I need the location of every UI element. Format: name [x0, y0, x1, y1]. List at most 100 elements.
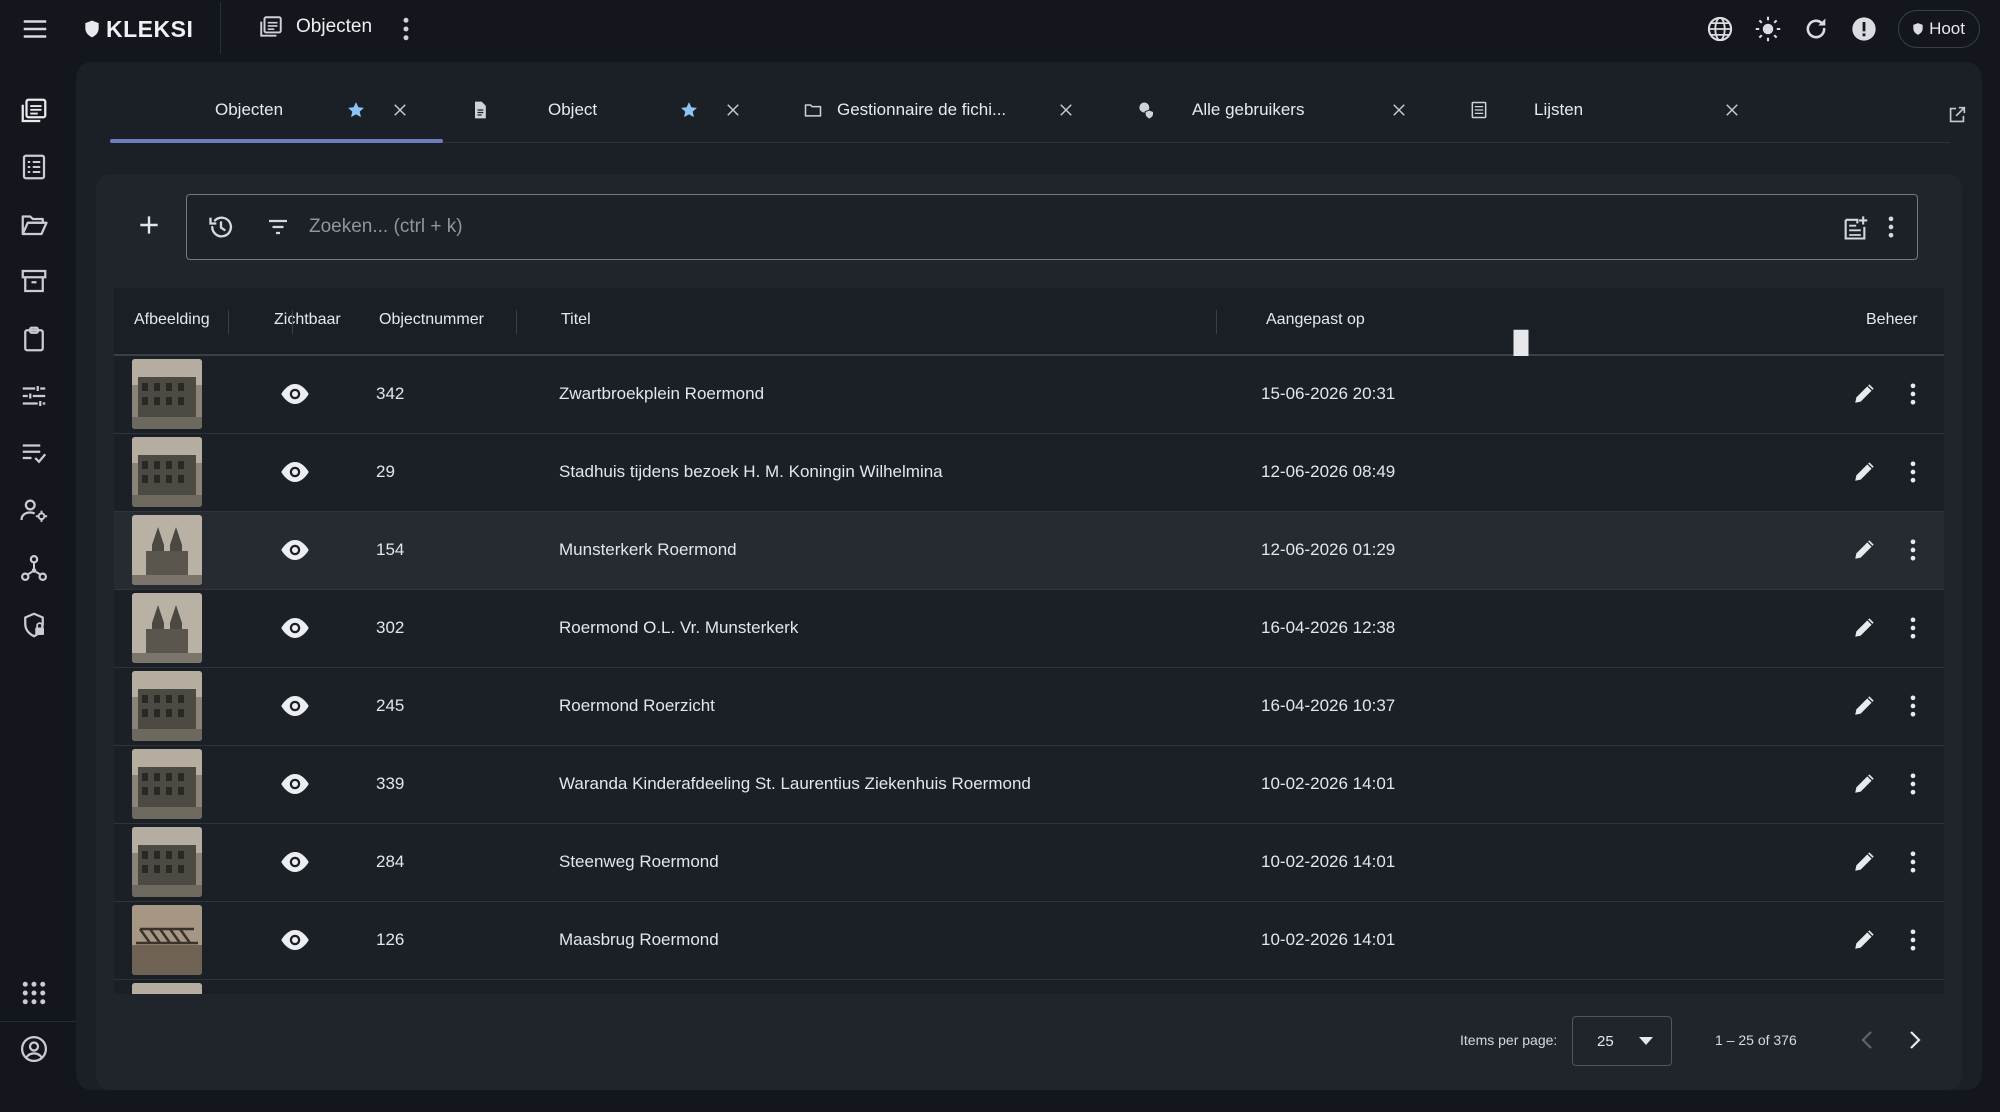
tab-file-manager[interactable]: Gestionnaire de fichi...	[776, 80, 1109, 142]
sidebar-tune-icon[interactable]	[19, 381, 49, 411]
object-thumbnail[interactable]	[132, 515, 202, 585]
tab-objecten[interactable]: Objecten	[110, 80, 443, 143]
sidebar-shield-lock-icon[interactable]	[19, 610, 49, 640]
column-header-modified[interactable]: Aangepast op	[1266, 311, 1387, 329]
close-icon[interactable]	[724, 101, 742, 119]
sidebar-hub-icon[interactable]	[19, 553, 49, 583]
refresh-icon[interactable]	[1802, 15, 1830, 43]
sidebar-clipboard-icon[interactable]	[19, 324, 49, 354]
eye-icon[interactable]	[280, 460, 310, 484]
add-icon[interactable]	[136, 212, 162, 238]
sidebar-account-icon[interactable]	[19, 1034, 49, 1064]
pencil-icon[interactable]	[1852, 458, 1878, 484]
column-header-title[interactable]: Titel	[561, 311, 591, 329]
filter-icon[interactable]	[265, 215, 291, 239]
eye-icon[interactable]	[280, 772, 310, 796]
column-header-visible[interactable]: Zichtbaar	[274, 311, 341, 329]
row-more-icon[interactable]	[1906, 926, 1920, 954]
object-modified: 12-06-2026 01:29	[1261, 540, 1396, 559]
chevron-left-icon[interactable]	[1856, 1028, 1880, 1052]
sidebar-folder-icon[interactable]	[19, 209, 49, 239]
globe-icon[interactable]	[1706, 15, 1734, 43]
sidebar-apps-icon[interactable]	[19, 978, 49, 1008]
menu-icon[interactable]	[20, 14, 50, 44]
close-icon[interactable]	[391, 101, 409, 119]
eye-icon[interactable]	[280, 928, 310, 952]
table-row[interactable]: 339 Waranda Kinderafdeeling St. Laurenti…	[114, 746, 1944, 824]
pencil-icon[interactable]	[1852, 926, 1878, 952]
table-row[interactable]: 284 Steenweg Roermond 10-02-2026 14:01	[114, 824, 1944, 902]
items-per-page-select[interactable]: 25	[1572, 1016, 1672, 1066]
open-in-new-icon[interactable]	[1946, 104, 1968, 126]
pencil-icon[interactable]	[1852, 536, 1878, 562]
table-row[interactable]: 29 Stadhuis tijdens bezoek H. M. Koningi…	[114, 434, 1944, 512]
chevron-right-icon[interactable]	[1902, 1028, 1926, 1052]
table-row[interactable]: 342 Zwartbroekplein Roermond 15-06-2026 …	[114, 356, 1944, 434]
pencil-icon[interactable]	[1852, 614, 1878, 640]
eye-icon[interactable]	[280, 694, 310, 718]
column-header-number[interactable]: Objectnummer	[379, 311, 484, 329]
app-logo[interactable]: KLEKSI	[82, 14, 193, 44]
pencil-icon[interactable]	[1852, 848, 1878, 874]
eye-icon[interactable]	[280, 850, 310, 874]
arrow-down-icon	[1371, 311, 1387, 327]
row-more-icon[interactable]	[1906, 848, 1920, 876]
object-thumbnail[interactable]	[132, 983, 202, 994]
object-title: Stadhuis tijdens bezoek H. M. Koningin W…	[559, 462, 943, 481]
row-more-icon[interactable]	[1906, 770, 1920, 798]
column-header-image[interactable]: Afbeelding	[134, 311, 210, 329]
document-icon	[470, 100, 490, 120]
close-icon[interactable]	[1057, 101, 1075, 119]
object-thumbnail[interactable]	[132, 827, 202, 897]
tab-label: Objecten	[215, 100, 284, 119]
sidebar-list-icon[interactable]	[19, 152, 49, 182]
table-row[interactable]: 154 Munsterkerk Roermond 12-06-2026 01:2…	[114, 512, 1944, 590]
table-row[interactable]	[114, 980, 1944, 994]
close-icon[interactable]	[1723, 101, 1741, 119]
search-bar	[186, 194, 1918, 260]
export-icon[interactable]	[1841, 214, 1869, 242]
row-more-icon[interactable]	[1906, 458, 1920, 486]
object-thumbnail[interactable]	[132, 437, 202, 507]
alert-icon[interactable]	[1850, 15, 1878, 43]
pencil-icon[interactable]	[1852, 692, 1878, 718]
eye-icon[interactable]	[280, 538, 310, 562]
table-row[interactable]: 245 Roermond Roerzicht 16-04-2026 10:37	[114, 668, 1944, 746]
history-icon[interactable]	[207, 213, 235, 241]
star-icon[interactable]	[346, 100, 366, 120]
tab-lists[interactable]: Lijsten	[1442, 80, 1775, 142]
row-more-icon[interactable]	[1906, 692, 1920, 720]
page-more-icon[interactable]	[398, 14, 414, 44]
sidebar-user-settings-icon[interactable]	[19, 495, 49, 525]
sidebar-archive-icon[interactable]	[19, 266, 49, 296]
object-modified: 16-04-2026 10:37	[1261, 696, 1396, 715]
brightness-icon[interactable]	[1754, 15, 1782, 43]
row-more-icon[interactable]	[1906, 536, 1920, 564]
eye-icon[interactable]	[280, 382, 310, 406]
pencil-icon[interactable]	[1852, 380, 1878, 406]
star-icon[interactable]	[679, 100, 699, 120]
tab-all-users[interactable]: Alle gebruikers	[1109, 80, 1442, 142]
sidebar	[0, 58, 76, 1112]
sidebar-checklist-icon[interactable]	[19, 438, 49, 468]
search-input[interactable]	[307, 205, 1751, 249]
object-thumbnail[interactable]	[132, 359, 202, 429]
row-more-icon[interactable]	[1906, 614, 1920, 642]
table-row[interactable]: 126 Maasbrug Roermond 10-02-2026 14:01	[114, 902, 1944, 980]
object-title: Zwartbroekplein Roermond	[559, 384, 765, 403]
table-body: 342 Zwartbroekplein Roermond 15-06-2026 …	[114, 356, 1944, 994]
close-icon[interactable]	[1390, 101, 1408, 119]
eye-icon[interactable]	[280, 616, 310, 640]
table-row[interactable]: 302 Roermond O.L. Vr. Munsterkerk 16-04-…	[114, 590, 1944, 668]
items-per-page-label: Items per page:	[1460, 1032, 1558, 1048]
user-button[interactable]: Hoot	[1898, 10, 1980, 48]
pencil-icon[interactable]	[1852, 770, 1878, 796]
object-thumbnail[interactable]	[132, 671, 202, 741]
row-more-icon[interactable]	[1906, 380, 1920, 408]
object-thumbnail[interactable]	[132, 593, 202, 663]
object-thumbnail[interactable]	[132, 905, 202, 975]
object-thumbnail[interactable]	[132, 749, 202, 819]
tab-object[interactable]: Object	[443, 80, 776, 142]
sidebar-objects-icon[interactable]	[19, 96, 49, 126]
search-more-icon[interactable]	[1883, 213, 1899, 241]
